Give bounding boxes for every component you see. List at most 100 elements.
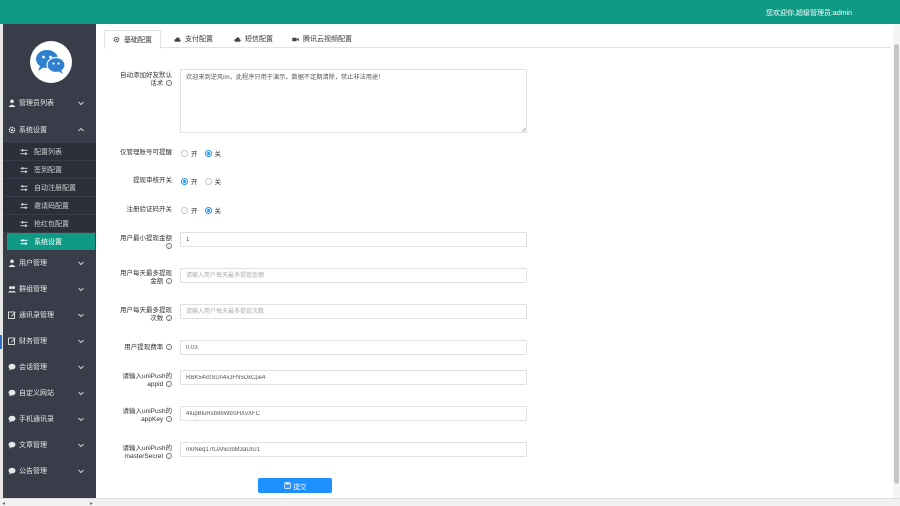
chevron-down-icon (78, 417, 84, 422)
register-verify-on-radio[interactable] (181, 206, 188, 214)
help-icon[interactable]: i (166, 278, 172, 285)
unipush-master-input[interactable] (180, 442, 527, 457)
tab-tencent-video-config[interactable]: 腾讯云视频配置 (284, 30, 360, 48)
help-icon[interactable]: i (166, 80, 172, 87)
sidebar-group-phone-contacts[interactable]: 手机通讯录 (3, 407, 96, 431)
chevron-down-icon (78, 287, 84, 292)
submit-label: 提交 (293, 483, 307, 491)
chat-icon (8, 467, 16, 475)
admin-only-on-radio[interactable] (181, 149, 188, 157)
sidebar-group-label: 文章管理 (19, 442, 47, 449)
sidebar-item-system-settings[interactable]: 系统设置 (7, 233, 95, 250)
min-withdraw-input[interactable] (180, 232, 527, 247)
sidebar-item-signin-config[interactable]: 签到配置 (3, 161, 96, 178)
users-icon (8, 286, 16, 293)
sidebar-group-label: 手机通讯录 (19, 416, 54, 423)
settings-tab-bar: 基础配置 支付配置 短信配置 腾讯云视频配置 (104, 30, 891, 49)
register-verify-off-radio[interactable] (204, 206, 212, 214)
sidebar-group-label: 会话管理 (19, 364, 47, 371)
sliders-icon (20, 220, 28, 227)
sidebar-group-label: 管理员列表 (19, 100, 54, 107)
admin-only-label: 仅管理账号可提醒 (120, 149, 172, 157)
sidebar-item-label: 配置列表 (34, 148, 62, 156)
max-withdraw-amount-input[interactable] (180, 268, 527, 283)
chevron-up-icon (78, 127, 84, 132)
unipush-appid-label-text: 请输入uniPush的appid (122, 373, 173, 388)
horizontal-scrollbar[interactable]: ◂ ▸ (0, 498, 900, 506)
sidebar-group-admin-list[interactable]: 管理员列表 (3, 91, 96, 115)
scroll-right-arrow-icon[interactable]: ▸ (90, 500, 93, 506)
sidebar-group-group-management[interactable]: 群组管理 (3, 277, 96, 301)
intro-label-text: 自动添加好友默认话术 (120, 72, 172, 87)
sidebar-group-finance-management[interactable]: 财务管理 (3, 329, 96, 353)
cloud-icon (174, 36, 181, 42)
help-icon[interactable]: i (166, 243, 172, 250)
tab-sms-config[interactable]: 短信配置 (226, 30, 281, 48)
unipush-appid-input[interactable] (180, 370, 527, 385)
help-icon[interactable]: i (166, 315, 172, 322)
unipush-master-label-text: 请输入uniPush的masterSecret (122, 445, 173, 460)
tab-payment-config[interactable]: 支付配置 (166, 30, 221, 48)
video-icon (292, 37, 299, 41)
max-withdraw-times-label: 用户每天最多提现次数 i (120, 307, 172, 323)
sidebar-item-auto-register-config[interactable]: 自动注册配置 (3, 179, 96, 196)
edit-icon (8, 337, 16, 345)
unipush-appkey-label: 请输入uniPush的appKey i (120, 408, 172, 424)
vertical-scrollbar-thumb[interactable] (894, 44, 899, 484)
help-icon[interactable]: i (166, 344, 172, 351)
radio-label: 关 (214, 151, 222, 158)
help-icon[interactable]: i (166, 416, 172, 423)
sidebar-group-article-management[interactable]: 文章管理 (3, 433, 96, 457)
sidebar-group-system-settings[interactable]: 系统设置 (3, 118, 96, 142)
withdraw-audit-label: 提现审核开关 (120, 177, 172, 185)
chevron-down-icon (78, 313, 84, 318)
intro-textarea[interactable]: 欢迎来到逆风im，此程序只用于演示，数据不定期清除，禁止非法用途！ (180, 69, 527, 133)
unipush-appkey-input[interactable] (180, 406, 527, 421)
help-icon[interactable]: i (166, 453, 172, 460)
chevron-down-icon (78, 469, 84, 474)
radio-label: 关 (214, 208, 222, 215)
max-withdraw-amount-label-text: 用户每天最多提现金额 (120, 270, 172, 285)
sidebar-group-label: 系统设置 (19, 127, 47, 134)
sidebar-group-label: 群组管理 (19, 286, 47, 293)
max-withdraw-amount-label: 用户每天最多提现金额 i (120, 270, 172, 286)
tab-basic-config[interactable]: 基础配置 (104, 30, 161, 49)
radio-label: 开 (191, 208, 198, 215)
resize-grip-icon[interactable] (521, 127, 526, 132)
tab-label: 短信配置 (245, 36, 273, 43)
submit-button[interactable]: 提交 (258, 478, 332, 493)
user-icon (8, 259, 16, 267)
sidebar-group-session-management[interactable]: 会话管理 (3, 355, 96, 379)
sidebar-item-invite-code-config[interactable]: 邀请码配置 (3, 197, 96, 214)
scroll-left-arrow-icon[interactable]: ◂ (2, 500, 5, 506)
sidebar-item-red-packet-config[interactable]: 抢红包配置 (3, 215, 96, 232)
top-header-bar: 您欢迎你,超级管理员:admin (0, 0, 900, 24)
tab-label: 基础配置 (124, 36, 152, 44)
radio-label: 开 (191, 151, 198, 158)
admin-only-radio-group: 开 关 (181, 148, 228, 158)
unipush-appkey-label-text: 请输入uniPush的appKey (122, 408, 173, 423)
sidebar-group-custom-website[interactable]: 自定义网站 (3, 381, 96, 405)
withdraw-audit-on-radio[interactable] (181, 177, 188, 185)
gear-icon (113, 36, 120, 43)
max-withdraw-times-input[interactable] (180, 304, 527, 319)
sliders-icon (20, 148, 28, 155)
sidebar-group-announcement-management[interactable]: 公告管理 (3, 459, 96, 483)
chat-icon (8, 441, 16, 449)
sidebar-group-label: 公告管理 (19, 468, 47, 475)
help-icon[interactable]: i (166, 381, 172, 388)
sidebar-group-contacts-management[interactable]: 通讯录管理 (3, 303, 96, 327)
withdraw-rate-input[interactable] (180, 340, 527, 355)
edit-icon (8, 311, 16, 319)
admin-only-off-radio[interactable] (204, 149, 212, 157)
vertical-scrollbar[interactable] (893, 24, 900, 498)
sidebar-item-config-list[interactable]: 配置列表 (3, 143, 96, 160)
sidebar-group-user-management[interactable]: 用户管理 (3, 251, 96, 275)
chevron-down-icon (78, 391, 84, 396)
chat-icon (8, 415, 16, 423)
sidebar-item-label: 签到配置 (34, 166, 62, 174)
sidebar: 管理员列表 系统设置 配置列表 签到配置 自动注册配置 邀请码配置 抢红包配置 … (3, 24, 96, 498)
withdraw-audit-off-radio[interactable] (204, 177, 212, 185)
chevron-down-icon (78, 261, 84, 266)
sidebar-item-label: 邀请码配置 (34, 202, 69, 210)
